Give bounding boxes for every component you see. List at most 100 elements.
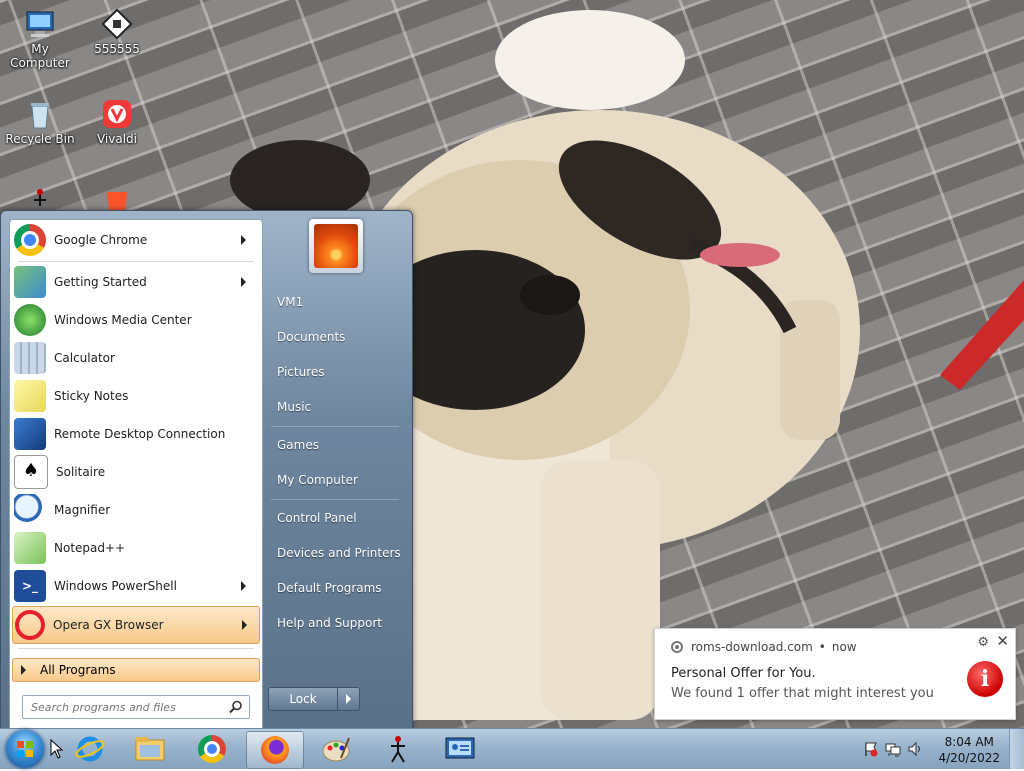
firefox-icon <box>261 736 289 764</box>
desktop-icon-label: 555555 <box>94 42 140 56</box>
paint-icon <box>322 737 350 762</box>
taskbar-stickman[interactable] <box>370 731 426 767</box>
submenu-arrow-icon[interactable] <box>241 235 246 245</box>
program-sticky-notes[interactable]: Sticky Notes <box>12 378 258 414</box>
show-desktop-button[interactable] <box>1009 729 1024 769</box>
desktop-icon-555555[interactable]: 555555 <box>77 8 157 56</box>
media-center-icon <box>14 304 46 336</box>
program-notepadpp[interactable]: Notepad++ <box>12 530 258 566</box>
desktop-icon-recycle-bin[interactable]: Recycle Bin <box>0 98 80 146</box>
calculator-icon <box>14 342 46 374</box>
solitaire-icon: ♠ <box>14 455 48 489</box>
explorer-folder-icon <box>135 737 165 761</box>
chrome-icon <box>198 735 226 763</box>
opera-gx-icon <box>15 610 45 640</box>
start-link-help-support[interactable]: Help and Support <box>267 608 403 638</box>
program-label: Getting Started <box>54 275 147 289</box>
program-remote-desktop[interactable]: Remote Desktop Connection <box>12 416 258 452</box>
submenu-arrow-icon[interactable] <box>241 581 246 591</box>
program-getting-started[interactable]: Getting Started <box>12 264 258 300</box>
program-label: Notepad++ <box>54 541 126 555</box>
taskbar-windows-explorer[interactable] <box>122 731 178 767</box>
desktop-icon-my-computer[interactable]: My Computer <box>0 8 80 70</box>
start-link-documents[interactable]: Documents <box>267 322 403 352</box>
program-windows-media-center[interactable]: Windows Media Center <box>12 302 258 338</box>
program-opera-gx[interactable]: Opera GX Browser <box>12 606 260 644</box>
taskbar-paint[interactable] <box>308 731 364 767</box>
divider <box>18 648 254 649</box>
network-icon[interactable] <box>885 741 901 757</box>
chrome-small-icon <box>671 641 683 653</box>
computer-icon <box>24 8 56 40</box>
desktop-icon-label: Recycle Bin <box>5 132 75 146</box>
clock[interactable]: 8:04 AM 4/20/2022 <box>938 734 1000 766</box>
clock-date: 4/20/2022 <box>938 751 1000 765</box>
program-calculator[interactable]: Calculator <box>12 340 258 376</box>
all-programs-button[interactable]: All Programs <box>12 658 260 682</box>
vivaldi-icon <box>101 98 133 130</box>
volume-icon[interactable] <box>907 741 923 757</box>
submenu-arrow-icon[interactable] <box>241 277 246 287</box>
lock-button[interactable]: Lock <box>269 688 338 710</box>
start-link-pictures[interactable]: Pictures <box>267 357 403 387</box>
all-programs-label: All Programs <box>40 663 116 677</box>
start-button[interactable] <box>6 730 44 768</box>
taskbar: 8:04 AM 4/20/2022 <box>0 728 1024 769</box>
getting-started-icon <box>14 266 46 298</box>
program-label: Opera GX Browser <box>53 618 164 632</box>
start-link-vm1[interactable]: VM1 <box>267 287 403 317</box>
program-label: Sticky Notes <box>54 389 129 403</box>
program-label: Remote Desktop Connection <box>54 427 226 441</box>
user-picture[interactable] <box>309 219 363 273</box>
start-link-my-computer[interactable]: My Computer <box>267 465 403 495</box>
start-search-box[interactable] <box>22 695 250 719</box>
sticky-notes-icon <box>14 380 46 412</box>
start-menu: Google Chrome Getting Started Windows Me… <box>0 210 413 731</box>
start-link-default-programs[interactable]: Default Programs <box>267 573 403 603</box>
clock-time: 8:04 AM <box>944 735 994 749</box>
taskbar-internet-explorer[interactable] <box>62 731 118 767</box>
stickman-icon <box>391 736 405 763</box>
program-label: Google Chrome <box>54 233 148 247</box>
notification-title: Personal Offer for You. <box>671 666 816 681</box>
film-icon <box>101 8 133 40</box>
program-windows-powershell[interactable]: >_ Windows PowerShell <box>12 568 258 604</box>
notification-domain: roms-download.com <box>691 640 813 654</box>
shutdown-options-button[interactable] <box>338 688 359 710</box>
desktop-icon-label: My Computer <box>10 42 70 70</box>
start-link-control-panel[interactable]: Control Panel <box>267 503 403 533</box>
notification-settings-icon[interactable]: ⚙ <box>977 635 989 650</box>
taskbar-control-panel[interactable] <box>432 731 488 767</box>
windows-logo-icon <box>17 741 33 757</box>
start-link-music[interactable]: Music <box>267 392 403 422</box>
desktop-icon-vivaldi[interactable]: Vivaldi <box>77 98 157 146</box>
taskbar-firefox[interactable] <box>246 731 304 769</box>
remote-desktop-icon <box>14 418 46 450</box>
program-solitaire[interactable]: ♠ Solitaire <box>12 454 258 490</box>
taskbar-chrome[interactable] <box>184 731 240 767</box>
notepadpp-icon <box>14 532 46 564</box>
search-input[interactable] <box>29 696 223 718</box>
divider <box>271 426 399 427</box>
lock-button-group: Lock <box>268 687 360 711</box>
search-icon[interactable] <box>229 700 243 714</box>
notification-source: roms-download.com • now <box>671 640 857 654</box>
internet-explorer-icon <box>75 736 105 762</box>
submenu-arrow-icon[interactable] <box>242 620 247 630</box>
program-google-chrome[interactable]: Google Chrome <box>12 222 258 258</box>
divider <box>271 499 399 500</box>
notification-toast[interactable]: roms-download.com • now ⚙ ✕ Personal Off… <box>654 628 1016 720</box>
expand-arrow-icon <box>21 665 26 675</box>
program-label: Windows PowerShell <box>54 579 177 593</box>
powershell-icon: >_ <box>14 570 46 602</box>
red-object <box>940 280 1024 390</box>
magnifier-icon <box>14 494 46 526</box>
action-center-flag-icon[interactable] <box>863 741 879 757</box>
start-menu-programs-pane: Google Chrome Getting Started Windows Me… <box>9 219 263 731</box>
start-link-games[interactable]: Games <box>267 430 403 460</box>
start-link-devices-printers[interactable]: Devices and Printers <box>267 538 403 568</box>
program-magnifier[interactable]: Magnifier <box>12 492 258 528</box>
notification-time: now <box>831 640 857 654</box>
notification-close-icon[interactable]: ✕ <box>996 632 1009 650</box>
info-icon: i <box>967 661 1003 697</box>
